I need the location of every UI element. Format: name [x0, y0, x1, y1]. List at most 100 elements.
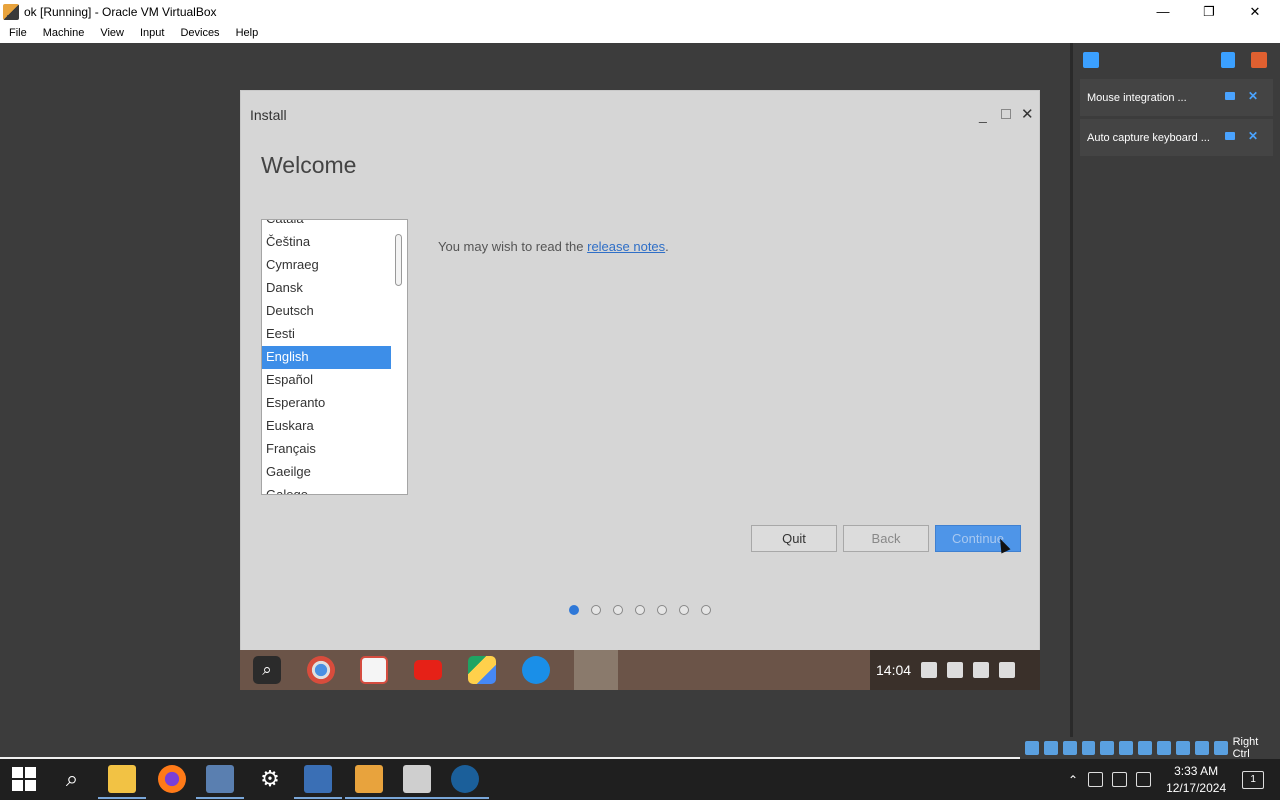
- language-list[interactable]: Català Čeština Cymraeg Dansk Deutsch Ees…: [261, 219, 408, 495]
- search-icon[interactable]: ⌕: [58, 765, 86, 793]
- system-tray: ⌃ 3:33 AM 12/17/2024 1: [1068, 759, 1265, 800]
- release-notes-text: You may wish to read the release notes.: [438, 239, 669, 254]
- list-item[interactable]: Français: [262, 438, 392, 461]
- dismiss-icon[interactable]: ✕: [1248, 89, 1258, 103]
- network-icon[interactable]: [1081, 741, 1096, 755]
- pin-icon[interactable]: [1225, 132, 1235, 140]
- menu-bar: File Machine View Input Devices Help: [0, 23, 1280, 43]
- step-dot: [657, 605, 667, 615]
- keyboard-icon: [973, 662, 990, 678]
- hard-disk-icon[interactable]: [1024, 741, 1039, 755]
- list-item[interactable]: Eesti: [262, 323, 392, 346]
- menu-file[interactable]: File: [0, 27, 34, 39]
- mouse-integration-icon[interactable]: [1194, 741, 1209, 755]
- volume-icon[interactable]: [1136, 772, 1152, 787]
- start-icon[interactable]: [12, 767, 36, 791]
- recording-icon[interactable]: [1157, 741, 1171, 755]
- clock-time: 3:33 AM: [1174, 763, 1219, 778]
- list-item[interactable]: Español: [262, 369, 392, 392]
- installer-title-bar: Install _ ✕: [241, 91, 1039, 137]
- list-item[interactable]: Cymraeg: [262, 254, 392, 277]
- list-item[interactable]: Esperanto: [262, 392, 392, 415]
- dismiss-icon[interactable]: ✕: [1248, 129, 1258, 143]
- chevron-up-icon[interactable]: ⌃: [1068, 773, 1078, 787]
- display-icon[interactable]: [1138, 741, 1153, 755]
- network-icon[interactable]: [1112, 772, 1128, 787]
- keyboard-capture-icon[interactable]: [1213, 741, 1228, 755]
- menu-devices[interactable]: Devices: [171, 27, 226, 39]
- file-explorer-icon[interactable]: [98, 765, 146, 799]
- list-item[interactable]: Dansk: [262, 277, 392, 300]
- notification-mouse-integration[interactable]: Mouse integration ... ✕: [1080, 79, 1273, 116]
- language-list-scrollbar[interactable]: [391, 220, 407, 494]
- minimize-button[interactable]: —: [1140, 0, 1186, 23]
- window-title: ok [Running] - Oracle VM VirtualBox: [24, 4, 217, 19]
- list-item[interactable]: Čeština: [262, 231, 392, 254]
- step-dot-active: [569, 605, 579, 615]
- guest-status-tray[interactable]: 14:04: [870, 650, 1040, 690]
- drive-icon[interactable]: [468, 656, 496, 684]
- virtualbox-icon[interactable]: [294, 765, 342, 799]
- list-item[interactable]: Euskara: [262, 415, 392, 438]
- host-status-bar: Right Ctrl: [1020, 736, 1280, 760]
- step-dot: [613, 605, 623, 615]
- release-notes-prefix: You may wish to read the: [438, 239, 588, 254]
- language-items: Català Čeština Cymraeg Dansk Deutsch Ees…: [262, 220, 392, 494]
- clock[interactable]: 3:33 AM 12/17/2024: [1166, 763, 1226, 797]
- app-icon[interactable]: [393, 765, 441, 799]
- quit-button[interactable]: Quit: [751, 525, 837, 552]
- notification-auto-capture-keyboard[interactable]: Auto capture keyboard ... ✕: [1080, 119, 1273, 156]
- network-icon: [999, 662, 1016, 678]
- virtualbox-vm-icon: [3, 3, 19, 20]
- list-item[interactable]: Deutsch: [262, 300, 392, 323]
- step-indicator: [569, 605, 723, 615]
- security-icon[interactable]: [1088, 772, 1104, 787]
- menu-input[interactable]: Input: [131, 27, 171, 39]
- restore-button[interactable]: ❐: [1186, 0, 1232, 23]
- list-item[interactable]: Gaeilge: [262, 461, 392, 484]
- notification-text: Mouse integration ...: [1087, 91, 1187, 104]
- virtualbox-vm-icon[interactable]: [345, 765, 393, 799]
- menu-view[interactable]: View: [91, 27, 131, 39]
- audio-icon[interactable]: [1062, 741, 1077, 755]
- clear-all-icon[interactable]: [1251, 52, 1267, 68]
- installer-window: Install _ ✕ Welcome Català Čeština Cymra…: [240, 90, 1040, 690]
- close-button[interactable]: ✕: [1232, 0, 1278, 23]
- notification-center-icon[interactable]: [1083, 52, 1099, 68]
- chrome-icon[interactable]: [307, 656, 335, 684]
- app-icon[interactable]: [196, 765, 244, 799]
- installer-maximize-button[interactable]: [1001, 109, 1011, 119]
- settings-icon[interactable]: ⚙: [256, 765, 284, 793]
- shared-folders-icon[interactable]: [1119, 741, 1134, 755]
- back-button[interactable]: Back: [843, 525, 929, 552]
- notification-text: Auto capture keyboard ...: [1087, 131, 1210, 144]
- search-icon[interactable]: ⌕: [253, 656, 281, 684]
- steam-icon[interactable]: [441, 765, 489, 799]
- firefox-icon[interactable]: [158, 765, 186, 793]
- installer-close-button[interactable]: ✕: [1021, 105, 1034, 123]
- user-avatar-icon: [947, 662, 964, 678]
- files-icon[interactable]: [522, 656, 550, 684]
- youtube-icon[interactable]: [414, 660, 442, 680]
- list-item-selected[interactable]: English: [262, 346, 392, 369]
- notification-center: Mouse integration ... ✕ Auto capture key…: [1070, 43, 1280, 737]
- notification-toolbar: [1073, 43, 1280, 76]
- menu-machine[interactable]: Machine: [34, 27, 92, 39]
- menu-help[interactable]: Help: [227, 27, 266, 39]
- scrollbar-thumb[interactable]: [395, 234, 402, 286]
- installer-icon[interactable]: [574, 650, 618, 690]
- pin-icon[interactable]: [1225, 92, 1235, 100]
- list-item[interactable]: Galego: [262, 484, 392, 494]
- cpu-icon[interactable]: [1175, 741, 1190, 755]
- list-item[interactable]: Català: [262, 220, 392, 231]
- gmail-icon[interactable]: [360, 656, 388, 684]
- sort-icon[interactable]: [1221, 52, 1235, 68]
- release-notes-suffix: .: [665, 239, 669, 254]
- optical-drive-icon[interactable]: [1043, 741, 1058, 755]
- notification-icon[interactable]: 1: [1242, 770, 1265, 789]
- step-dot: [679, 605, 689, 615]
- guest-shelf: ⌕ 14:04: [240, 650, 1040, 690]
- installer-minimize-button[interactable]: _: [979, 107, 987, 123]
- usb-icon[interactable]: [1100, 741, 1115, 755]
- release-notes-link[interactable]: release notes: [587, 239, 665, 254]
